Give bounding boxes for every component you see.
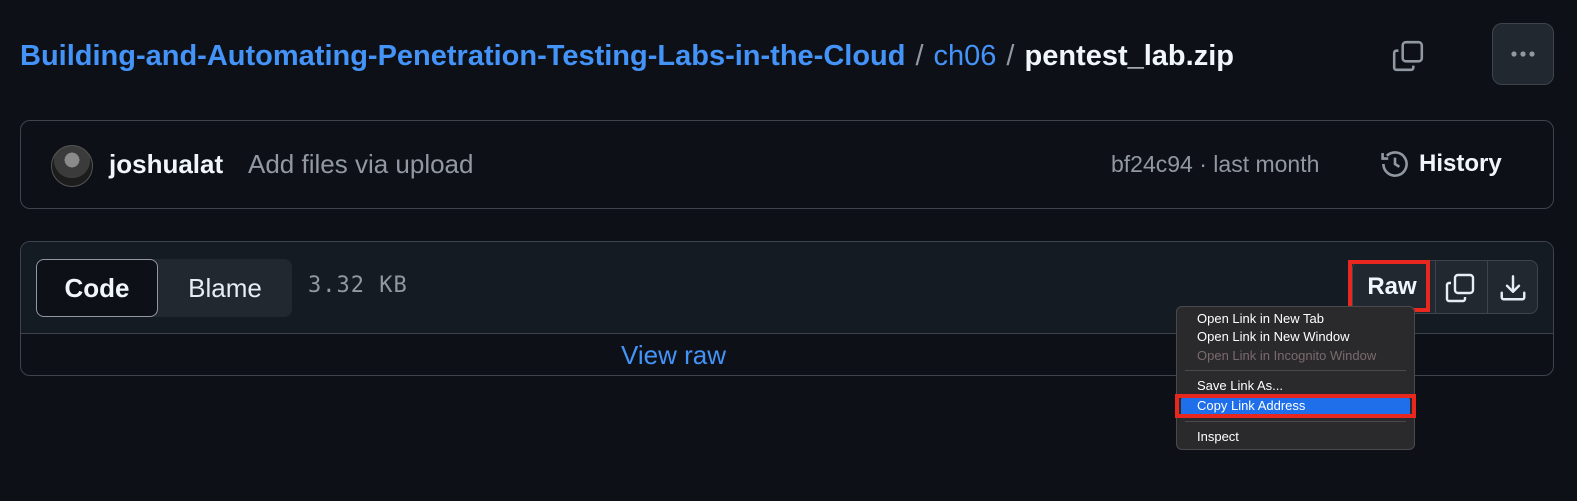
commit-sha-time[interactable]: bf24c94 · last month (1111, 151, 1319, 178)
copy-path-button[interactable] (1390, 38, 1426, 74)
breadcrumb-current-file: pentest_lab.zip (1024, 39, 1234, 72)
menu-item-open-new-window[interactable]: Open Link in New Window (1197, 328, 1349, 346)
kebab-horizontal-icon (1511, 51, 1535, 57)
divider (1435, 261, 1436, 313)
history-button[interactable]: History (1379, 146, 1502, 182)
copy-raw-button[interactable] (1440, 268, 1480, 308)
menu-item-save-link-as[interactable]: Save Link As... (1197, 377, 1283, 395)
menu-item-inspect[interactable]: Inspect (1197, 428, 1239, 446)
tab-code[interactable]: Code (36, 259, 158, 317)
latest-commit-box: joshualat Add files via upload bf24c94 ·… (20, 120, 1554, 209)
breadcrumb: Building-and-Automating-Penetration-Test… (20, 34, 1234, 78)
view-raw-link[interactable]: View raw (621, 340, 726, 371)
tab-blame[interactable]: Blame (158, 259, 292, 317)
history-icon (1381, 151, 1408, 177)
menu-item-copy-link-address[interactable]: Copy Link Address (1197, 397, 1305, 415)
divider (1487, 261, 1488, 313)
menu-separator (1185, 421, 1406, 422)
more-options-button[interactable] (1492, 23, 1554, 85)
breadcrumb-folder-link[interactable]: ch06 (934, 40, 997, 73)
breadcrumb-repo-link[interactable]: Building-and-Automating-Penetration-Test… (20, 40, 905, 73)
download-icon (1500, 275, 1526, 301)
copy-icon (1445, 273, 1475, 303)
history-label: History (1419, 150, 1502, 177)
copy-icon (1392, 40, 1424, 72)
avatar[interactable] (51, 145, 93, 187)
download-button[interactable] (1493, 268, 1533, 308)
file-size: 3.32 KB (308, 273, 408, 298)
breadcrumb-separator: / (915, 39, 924, 72)
menu-item-open-new-tab[interactable]: Open Link in New Tab (1197, 310, 1324, 328)
menu-item-open-incognito: Open Link in Incognito Window (1197, 348, 1377, 363)
commit-author-link[interactable]: joshualat (109, 149, 223, 180)
breadcrumb-separator: / (1006, 39, 1015, 72)
commit-message-link[interactable]: Add files via upload (248, 149, 473, 180)
menu-separator (1185, 370, 1406, 371)
context-menu: Open Link in New Tab Open Link in New Wi… (1176, 306, 1415, 450)
view-toggle: Code Blame (36, 259, 292, 317)
